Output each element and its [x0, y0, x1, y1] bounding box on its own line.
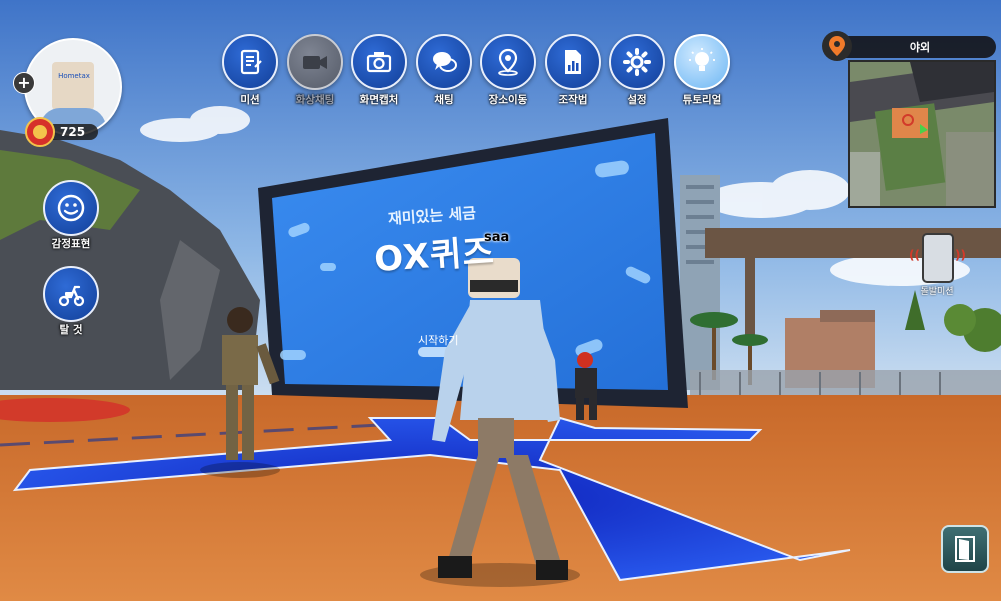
document-chart-icon: [565, 50, 581, 74]
minimap-image: [850, 62, 994, 206]
toolbar-button-7[interactable]: [609, 34, 665, 90]
location-name: 야외: [909, 41, 931, 54]
map-pin-icon: [498, 48, 518, 76]
toolbar-button-8[interactable]: [674, 34, 730, 90]
minimap[interactable]: [848, 60, 996, 208]
billboard-title: OX퀴즈: [372, 231, 496, 281]
phone-ring-left: ((: [909, 248, 920, 262]
phone-ring-right: )): [955, 248, 966, 262]
door-icon: [955, 536, 975, 562]
emotion-label: 감정표현: [51, 238, 91, 250]
toolbar-button-6[interactable]: [545, 34, 601, 90]
gear-icon: [623, 48, 651, 76]
billboard-start-label: 시작하기: [418, 334, 459, 347]
camera-icon: [366, 52, 392, 73]
toolbar-button-5[interactable]: [480, 34, 536, 90]
chat-bubbles-icon: [433, 52, 457, 72]
toolbar-label-8: 튜토리얼: [682, 94, 722, 106]
toolbar-button-2[interactable]: [287, 34, 343, 90]
toolbar-label-7: 설정: [627, 94, 647, 106]
toolbar-label-1: 미션: [240, 94, 260, 106]
coin-count: 725: [60, 125, 86, 139]
clipboard-icon: [240, 49, 262, 75]
toolbar-button-4[interactable]: [416, 34, 472, 90]
phone-mission-label: 돌발미션: [920, 287, 954, 297]
toolbar-button-1[interactable]: [222, 34, 278, 90]
toolbar-label-4: 채팅: [434, 94, 454, 106]
exit-button[interactable]: [941, 525, 989, 573]
phone-mission-icon[interactable]: [922, 233, 954, 283]
ride-button[interactable]: [43, 266, 99, 322]
toolbar-label-2: 화상채팅: [295, 94, 335, 106]
location-pin-icon: [822, 31, 852, 61]
toolbar-button-3[interactable]: [351, 34, 407, 90]
avatar-cap-label: Hometax: [58, 72, 90, 80]
lightbulb-icon: [689, 48, 715, 71]
player-nametag: saa: [484, 230, 510, 245]
emotion-button[interactable]: [43, 180, 99, 236]
ride-label: 탈 것: [59, 324, 83, 336]
video-camera-icon: [303, 56, 327, 69]
avatar-head: [52, 62, 94, 110]
medal-icon: [25, 117, 55, 147]
smiley-icon: [57, 194, 85, 222]
toolbar-label-3: 화면캡처: [359, 94, 399, 106]
scooter-icon: [58, 285, 85, 307]
add-profile-button[interactable]: +: [13, 72, 35, 94]
toolbar-label-6: 조작법: [558, 94, 588, 106]
toolbar-label-5: 장소이동: [488, 94, 528, 106]
